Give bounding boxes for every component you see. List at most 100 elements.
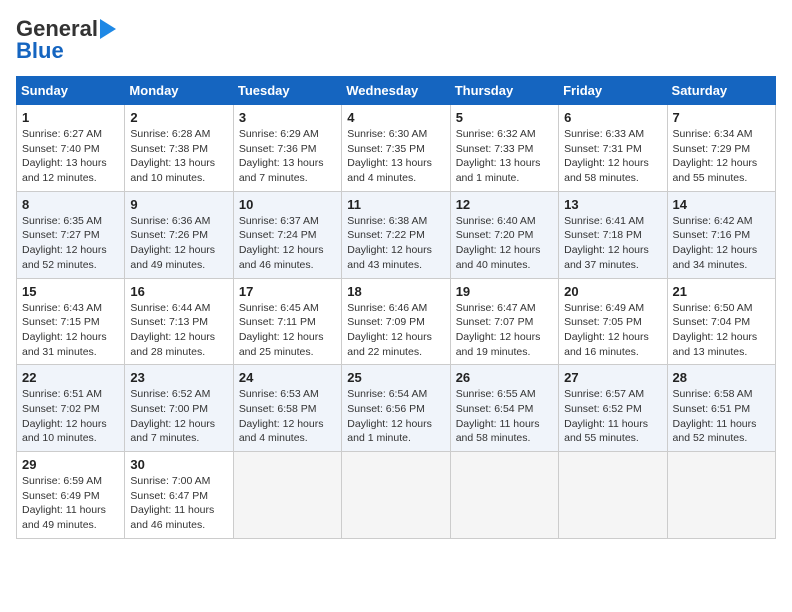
calendar-header-row: SundayMondayTuesdayWednesdayThursdayFrid… (17, 77, 776, 105)
day-info: Sunrise: 6:46 AM Sunset: 7:09 PM Dayligh… (347, 301, 444, 360)
day-number: 15 (22, 284, 119, 299)
calendar-table: SundayMondayTuesdayWednesdayThursdayFrid… (16, 76, 776, 539)
day-number: 3 (239, 110, 336, 125)
day-info: Sunrise: 6:51 AM Sunset: 7:02 PM Dayligh… (22, 387, 119, 446)
calendar-week-row: 1 Sunrise: 6:27 AM Sunset: 7:40 PM Daylig… (17, 105, 776, 192)
calendar-day-cell: 5 Sunrise: 6:32 AM Sunset: 7:33 PM Daylig… (450, 105, 558, 192)
day-number: 18 (347, 284, 444, 299)
calendar-day-cell: 29Sunrise: 6:59 AM Sunset: 6:49 PM Dayli… (17, 452, 125, 539)
calendar-day-cell: 10 Sunrise: 6:37 AM Sunset: 7:24 PM Dayli… (233, 191, 341, 278)
day-info: Sunrise: 6:32 AM Sunset: 7:33 PM Dayligh… (456, 127, 553, 186)
empty-cell (450, 452, 558, 539)
day-info: Sunrise: 6:55 AM Sunset: 6:54 PM Dayligh… (456, 387, 553, 446)
weekday-header-thursday: Thursday (450, 77, 558, 105)
day-number: 16 (130, 284, 227, 299)
calendar-day-cell: 20 Sunrise: 6:49 AM Sunset: 7:05 PM Dayli… (559, 278, 667, 365)
day-number: 23 (130, 370, 227, 385)
day-number: 28 (673, 370, 770, 385)
calendar-day-cell: 16 Sunrise: 6:44 AM Sunset: 7:13 PM Dayli… (125, 278, 233, 365)
calendar-day-cell: 8 Sunrise: 6:35 AM Sunset: 7:27 PM Daylig… (17, 191, 125, 278)
calendar-day-cell: 24Sunrise: 6:53 AM Sunset: 6:58 PM Dayli… (233, 365, 341, 452)
day-info: Sunrise: 6:58 AM Sunset: 6:51 PM Dayligh… (673, 387, 770, 446)
day-number: 27 (564, 370, 661, 385)
day-info: Sunrise: 6:50 AM Sunset: 7:04 PM Dayligh… (673, 301, 770, 360)
day-info: Sunrise: 6:45 AM Sunset: 7:11 PM Dayligh… (239, 301, 336, 360)
weekday-header-wednesday: Wednesday (342, 77, 450, 105)
day-info: Sunrise: 6:52 AM Sunset: 7:00 PM Dayligh… (130, 387, 227, 446)
day-number: 19 (456, 284, 553, 299)
day-info: Sunrise: 6:37 AM Sunset: 7:24 PM Dayligh… (239, 214, 336, 273)
calendar-week-row: 22 Sunrise: 6:51 AM Sunset: 7:02 PM Dayli… (17, 365, 776, 452)
calendar-day-cell: 13Sunrise: 6:41 AM Sunset: 7:18 PM Dayli… (559, 191, 667, 278)
logo-arrow-icon (100, 19, 116, 39)
calendar-day-cell: 9 Sunrise: 6:36 AM Sunset: 7:26 PM Daylig… (125, 191, 233, 278)
day-number: 30 (130, 457, 227, 472)
day-number: 4 (347, 110, 444, 125)
day-number: 6 (564, 110, 661, 125)
day-info: Sunrise: 7:00 AM Sunset: 6:47 PM Dayligh… (130, 474, 227, 533)
day-number: 10 (239, 197, 336, 212)
day-info: Sunrise: 6:47 AM Sunset: 7:07 PM Dayligh… (456, 301, 553, 360)
day-info: Sunrise: 6:44 AM Sunset: 7:13 PM Dayligh… (130, 301, 227, 360)
day-info: Sunrise: 6:29 AM Sunset: 7:36 PM Dayligh… (239, 127, 336, 186)
weekday-header-friday: Friday (559, 77, 667, 105)
day-info: Sunrise: 6:53 AM Sunset: 6:58 PM Dayligh… (239, 387, 336, 446)
calendar-day-cell: 14Sunrise: 6:42 AM Sunset: 7:16 PM Dayli… (667, 191, 775, 278)
calendar-day-cell: 23 Sunrise: 6:52 AM Sunset: 7:00 PM Dayli… (125, 365, 233, 452)
calendar-day-cell: 21 Sunrise: 6:50 AM Sunset: 7:04 PM Dayli… (667, 278, 775, 365)
page-header: General Blue (16, 16, 776, 64)
calendar-day-cell: 27 Sunrise: 6:57 AM Sunset: 6:52 PM Dayli… (559, 365, 667, 452)
day-info: Sunrise: 6:54 AM Sunset: 6:56 PM Dayligh… (347, 387, 444, 446)
day-info: Sunrise: 6:43 AM Sunset: 7:15 PM Dayligh… (22, 301, 119, 360)
calendar-day-cell: 11Sunrise: 6:38 AM Sunset: 7:22 PM Dayli… (342, 191, 450, 278)
day-number: 22 (22, 370, 119, 385)
empty-cell (342, 452, 450, 539)
day-info: Sunrise: 6:34 AM Sunset: 7:29 PM Dayligh… (673, 127, 770, 186)
calendar-day-cell: 3 Sunrise: 6:29 AM Sunset: 7:36 PM Daylig… (233, 105, 341, 192)
day-info: Sunrise: 6:57 AM Sunset: 6:52 PM Dayligh… (564, 387, 661, 446)
day-info: Sunrise: 6:27 AM Sunset: 7:40 PM Dayligh… (22, 127, 119, 186)
day-number: 17 (239, 284, 336, 299)
calendar-day-cell: 26 Sunrise: 6:55 AM Sunset: 6:54 PM Dayli… (450, 365, 558, 452)
calendar-week-row: 15 Sunrise: 6:43 AM Sunset: 7:15 PM Dayli… (17, 278, 776, 365)
calendar-day-cell: 17 Sunrise: 6:45 AM Sunset: 7:11 PM Dayli… (233, 278, 341, 365)
logo-blue: Blue (16, 38, 64, 64)
day-info: Sunrise: 6:59 AM Sunset: 6:49 PM Dayligh… (22, 474, 119, 533)
calendar-day-cell: 12Sunrise: 6:40 AM Sunset: 7:20 PM Dayli… (450, 191, 558, 278)
day-number: 8 (22, 197, 119, 212)
calendar-day-cell: 15 Sunrise: 6:43 AM Sunset: 7:15 PM Dayli… (17, 278, 125, 365)
day-number: 9 (130, 197, 227, 212)
calendar-day-cell: 4 Sunrise: 6:30 AM Sunset: 7:35 PM Daylig… (342, 105, 450, 192)
calendar-day-cell: 7 Sunrise: 6:34 AM Sunset: 7:29 PM Daylig… (667, 105, 775, 192)
weekday-header-tuesday: Tuesday (233, 77, 341, 105)
calendar-day-cell: 2 Sunrise: 6:28 AM Sunset: 7:38 PM Daylig… (125, 105, 233, 192)
empty-cell (233, 452, 341, 539)
calendar-day-cell: 22 Sunrise: 6:51 AM Sunset: 7:02 PM Dayli… (17, 365, 125, 452)
calendar-day-cell: 19 Sunrise: 6:47 AM Sunset: 7:07 PM Dayli… (450, 278, 558, 365)
day-number: 20 (564, 284, 661, 299)
weekday-header-sunday: Sunday (17, 77, 125, 105)
day-number: 21 (673, 284, 770, 299)
calendar-day-cell: 25Sunrise: 6:54 AM Sunset: 6:56 PM Dayli… (342, 365, 450, 452)
day-info: Sunrise: 6:42 AM Sunset: 7:16 PM Dayligh… (673, 214, 770, 273)
day-number: 7 (673, 110, 770, 125)
day-info: Sunrise: 6:49 AM Sunset: 7:05 PM Dayligh… (564, 301, 661, 360)
day-number: 1 (22, 110, 119, 125)
day-number: 2 (130, 110, 227, 125)
calendar-day-cell: 1 Sunrise: 6:27 AM Sunset: 7:40 PM Daylig… (17, 105, 125, 192)
weekday-header-monday: Monday (125, 77, 233, 105)
day-info: Sunrise: 6:40 AM Sunset: 7:20 PM Dayligh… (456, 214, 553, 273)
calendar-day-cell: 6Sunrise: 6:33 AM Sunset: 7:31 PM Daylig… (559, 105, 667, 192)
calendar-week-row: 29Sunrise: 6:59 AM Sunset: 6:49 PM Dayli… (17, 452, 776, 539)
weekday-header-saturday: Saturday (667, 77, 775, 105)
day-info: Sunrise: 6:30 AM Sunset: 7:35 PM Dayligh… (347, 127, 444, 186)
day-info: Sunrise: 6:28 AM Sunset: 7:38 PM Dayligh… (130, 127, 227, 186)
calendar-day-cell: 18 Sunrise: 6:46 AM Sunset: 7:09 PM Dayli… (342, 278, 450, 365)
day-info: Sunrise: 6:38 AM Sunset: 7:22 PM Dayligh… (347, 214, 444, 273)
day-number: 5 (456, 110, 553, 125)
day-number: 13 (564, 197, 661, 212)
calendar-week-row: 8 Sunrise: 6:35 AM Sunset: 7:27 PM Daylig… (17, 191, 776, 278)
day-info: Sunrise: 6:36 AM Sunset: 7:26 PM Dayligh… (130, 214, 227, 273)
day-info: Sunrise: 6:35 AM Sunset: 7:27 PM Dayligh… (22, 214, 119, 273)
day-number: 26 (456, 370, 553, 385)
